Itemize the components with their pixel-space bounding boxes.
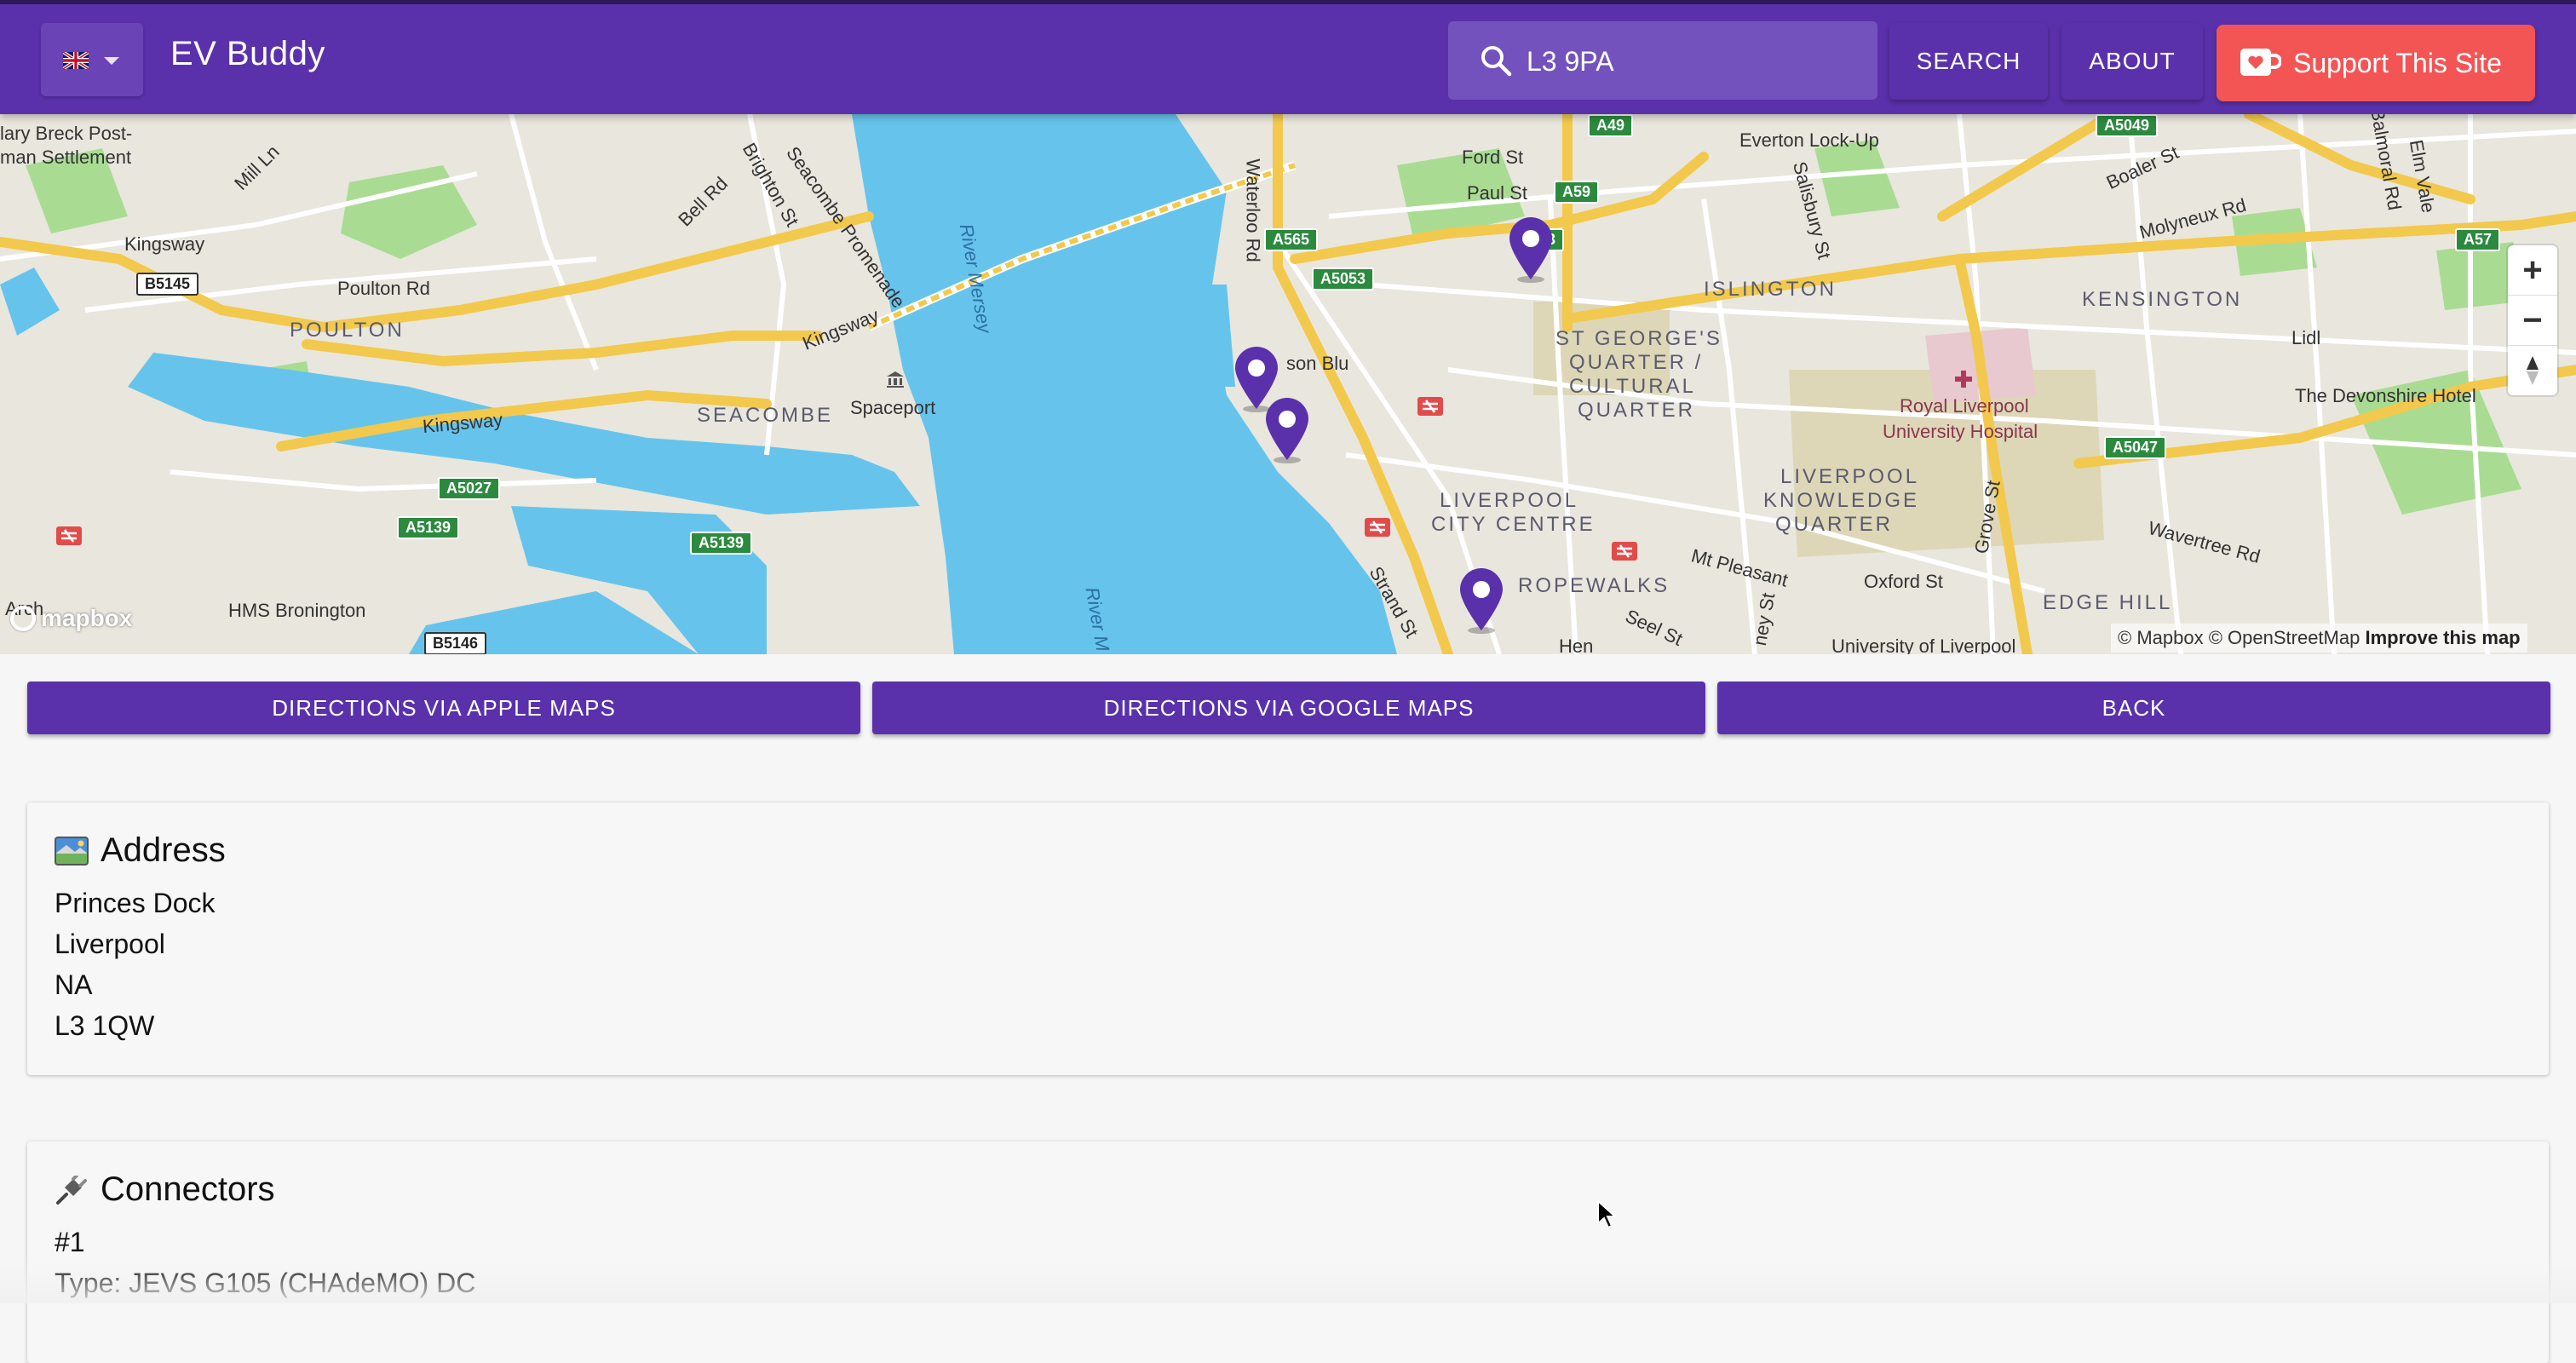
map-label: Waterloo Rd bbox=[1242, 158, 1264, 262]
map-label: Lidl bbox=[2291, 327, 2321, 348]
map-label: The Devonshire Hotel bbox=[2295, 385, 2476, 406]
map-label: Ford St bbox=[1462, 147, 1524, 168]
connectors-card: Connectors #1 Type: JEVS G105 (CHAdeMO) … bbox=[27, 1142, 2549, 1363]
map-view[interactable]: lary Breck Post- man Settlement Mill Ln … bbox=[0, 114, 2576, 654]
compass-icon bbox=[2527, 356, 2539, 385]
map-district-label: EDGE HILL bbox=[2043, 591, 2173, 614]
rail-station-icon bbox=[1612, 542, 1637, 561]
map-district-label: ROPEWALKS bbox=[1518, 574, 1670, 597]
map-district-label: KENSINGTON bbox=[2082, 288, 2243, 311]
map-label: man Settlement bbox=[0, 147, 132, 168]
map-label: University of Liverpool bbox=[1831, 635, 2016, 654]
search-icon bbox=[1481, 46, 1512, 77]
road-shield: A5139 bbox=[397, 516, 460, 539]
hospital-icon bbox=[1955, 371, 1972, 388]
plug-icon bbox=[56, 1175, 87, 1205]
map-label: Kingsway bbox=[124, 233, 205, 255]
map-label: Spaceport bbox=[850, 397, 936, 418]
map-label: Hen bbox=[1559, 635, 1594, 654]
improve-map-link[interactable]: Improve this map bbox=[2365, 627, 2520, 648]
app-bar: EV Buddy SEARCH ABOUT Support This Site bbox=[0, 0, 2576, 114]
map-district-label: ISLINGTON bbox=[1704, 278, 1837, 301]
road-shield: A5139 bbox=[690, 532, 753, 555]
map-district-label: ST GEORGE'S bbox=[1555, 327, 1722, 350]
map-district-label: LIVERPOOL bbox=[1780, 465, 1920, 488]
map-label: Poulton Rd bbox=[337, 278, 430, 299]
charger-pin[interactable] bbox=[1457, 566, 1506, 634]
map-district-label: KNOWLEDGE bbox=[1763, 489, 1920, 512]
mapbox-logo-text: mapbox bbox=[41, 605, 133, 631]
map-district-label: SEACOMBE bbox=[697, 404, 834, 427]
address-line: L3 1QW bbox=[55, 1010, 155, 1041]
address-line: Liverpool bbox=[55, 929, 165, 959]
search-input[interactable] bbox=[1525, 37, 1860, 86]
map-label: Royal Liverpool bbox=[1900, 395, 2029, 417]
support-button-label: Support This Site bbox=[2293, 47, 2502, 78]
map-district-label: QUARTER / bbox=[1569, 351, 1704, 374]
map-label: son Blu bbox=[1286, 353, 1349, 374]
coffee-cup-icon bbox=[2240, 49, 2281, 76]
back-button[interactable]: BACK bbox=[1717, 682, 2550, 734]
road-shield: A5047 bbox=[2104, 436, 2167, 459]
map-controls: + − bbox=[2508, 245, 2557, 395]
road-shield: A5049 bbox=[2096, 114, 2159, 137]
search-field[interactable] bbox=[1448, 21, 1877, 100]
map-label: HMS Bronington bbox=[228, 600, 366, 621]
mapbox-logo[interactable]: mapbox bbox=[10, 605, 132, 632]
support-button[interactable]: Support This Site bbox=[2217, 25, 2535, 101]
address-heading: Address bbox=[55, 831, 226, 870]
apple-maps-directions-button[interactable]: DIRECTIONS VIA APPLE MAPS bbox=[27, 682, 860, 734]
zoom-in-button[interactable]: + bbox=[2508, 245, 2557, 296]
museum-icon bbox=[887, 371, 904, 388]
map-label: University Hospital bbox=[1883, 421, 2038, 442]
connector-index: #1 bbox=[55, 1227, 85, 1257]
map-label: Paul St bbox=[1467, 182, 1527, 204]
charger-pin[interactable] bbox=[1262, 395, 1312, 463]
connectors-heading: Connectors bbox=[55, 1170, 275, 1209]
rail-station-icon bbox=[1417, 397, 1443, 416]
bottom-fade bbox=[0, 1261, 2576, 1303]
road-shield: A57 bbox=[2455, 228, 2501, 251]
road-shield: B5146 bbox=[424, 632, 487, 654]
zoom-out-button[interactable]: − bbox=[2508, 296, 2557, 346]
map-district-label: CITY CENTRE bbox=[1431, 513, 1596, 536]
map-district-label: QUARTER bbox=[1775, 513, 1893, 536]
road-shield: A5053 bbox=[1312, 267, 1375, 290]
search-button[interactable]: SEARCH bbox=[1889, 23, 2048, 100]
map-label: lary Breck Post- bbox=[0, 123, 133, 144]
language-selector[interactable] bbox=[41, 23, 143, 96]
map-label: Oxford St bbox=[1864, 571, 1943, 592]
uk-flag-icon bbox=[63, 52, 89, 69]
map-district-label: QUARTER bbox=[1578, 399, 1695, 422]
road-shield: B5145 bbox=[136, 273, 199, 296]
about-button[interactable]: ABOUT bbox=[2061, 23, 2203, 100]
road-shield: A49 bbox=[1588, 114, 1634, 137]
attribution-text: © Mapbox © OpenStreetMap bbox=[2118, 627, 2360, 648]
road-shield: A59 bbox=[1554, 181, 1600, 204]
road-shield: A5027 bbox=[438, 477, 501, 500]
mapbox-logo-icon bbox=[10, 606, 36, 631]
compass-button[interactable] bbox=[2508, 346, 2557, 395]
map-district-label: CULTURAL bbox=[1569, 375, 1696, 398]
map-label: Everton Lock-Up bbox=[1739, 129, 1879, 151]
road-shield: A565 bbox=[1264, 228, 1319, 251]
address-card: Address Princes Dock Liverpool NA L3 1QW bbox=[27, 802, 2549, 1075]
rail-station-icon bbox=[56, 526, 82, 545]
map-picture-icon bbox=[55, 836, 89, 866]
app-title: EV Buddy bbox=[170, 35, 325, 72]
map-base-layer bbox=[0, 114, 2576, 654]
google-maps-directions-button[interactable]: DIRECTIONS VIA GOOGLE MAPS bbox=[872, 682, 1705, 734]
address-line: Princes Dock bbox=[55, 888, 216, 918]
address-title: Address bbox=[101, 831, 226, 869]
map-district-label: LIVERPOOL bbox=[1440, 489, 1579, 512]
map-district-label: POULTON bbox=[290, 319, 405, 342]
map-attribution: © Mapbox © OpenStreetMap Improve this ma… bbox=[2111, 624, 2527, 653]
chevron-down-icon bbox=[104, 57, 119, 65]
rail-station-icon bbox=[1365, 518, 1390, 537]
charger-pin[interactable] bbox=[1506, 215, 1555, 283]
mouse-cursor-icon bbox=[1597, 1199, 1617, 1229]
connectors-title: Connectors bbox=[101, 1170, 275, 1208]
address-line: NA bbox=[55, 969, 93, 1000]
